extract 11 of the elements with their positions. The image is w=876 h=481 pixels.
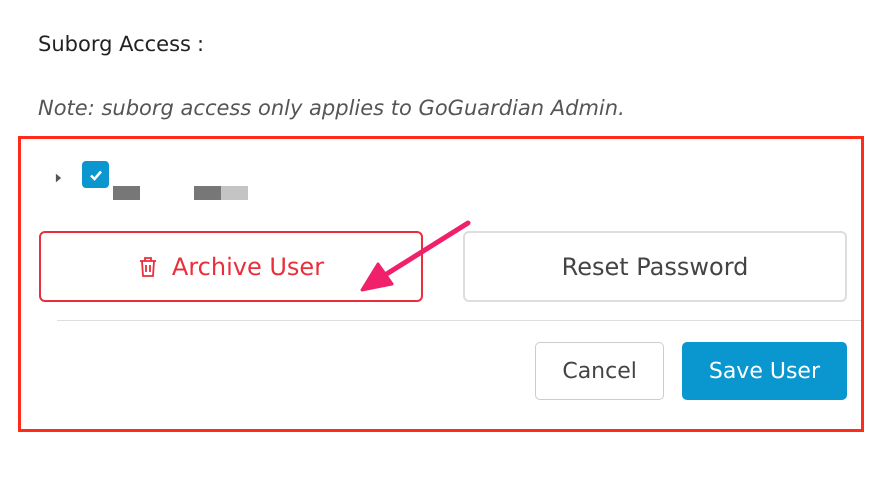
action-button[interactable]: Reset Password xyxy=(463,231,847,302)
action-button[interactable]: Archive User xyxy=(39,231,423,302)
trash-icon xyxy=(138,256,158,278)
note-text: Note: suborg access only applies to GoGuardian Admin. xyxy=(38,96,626,120)
redaction-bar xyxy=(194,186,248,200)
redaction-bar xyxy=(113,186,140,200)
checkbox[interactable] xyxy=(82,161,109,188)
footer-button[interactable]: Cancel xyxy=(535,342,664,400)
caret-icon[interactable] xyxy=(55,173,62,183)
section-label: Suborg Access xyxy=(38,32,191,56)
colon: : xyxy=(196,32,204,56)
